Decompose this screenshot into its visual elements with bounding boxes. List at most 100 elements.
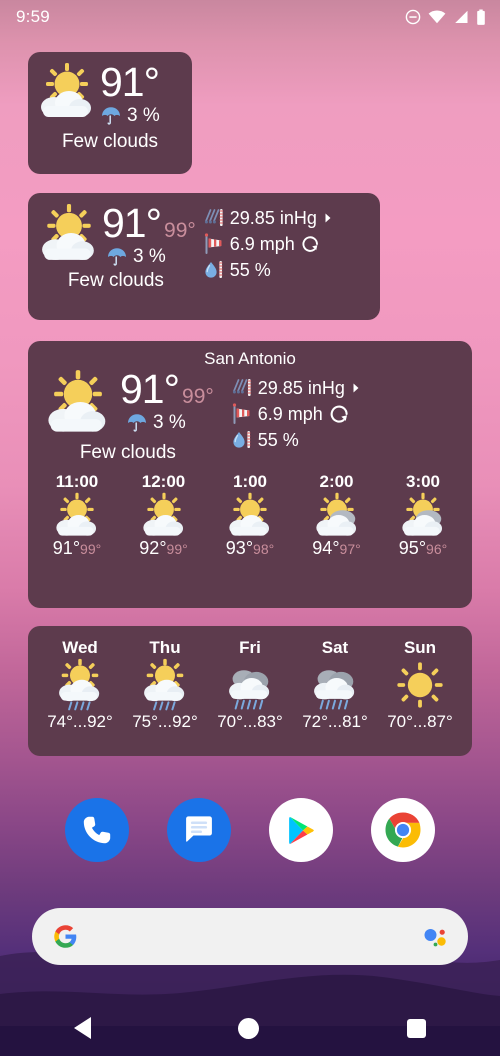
day-name: Thu [149, 638, 181, 657]
wind-row: 6.9 mph [232, 403, 361, 425]
wifi-icon [428, 10, 446, 24]
feels-like-temperature: 99° [182, 385, 214, 408]
daily-item[interactable]: Fri 70°...83° [208, 638, 292, 732]
hour-feels-like: 98° [253, 541, 275, 557]
current-temperature-row: 91° 99° [120, 369, 214, 410]
status-bar-icons [405, 9, 486, 26]
day-range: 70°...83° [217, 712, 283, 731]
hour-time: 1:00 [232, 472, 268, 491]
daily-item[interactable]: Sat 72°...81° [293, 638, 377, 732]
messages-app-icon[interactable] [167, 798, 231, 862]
humidity-droplet-icon [233, 431, 251, 448]
hourly-item[interactable]: 1:00 93° 98° [209, 472, 291, 559]
precipitation-row: 3 % [100, 105, 160, 127]
back-button[interactable] [73, 1017, 91, 1039]
daily-item[interactable]: Wed 74°...92° [38, 638, 122, 732]
hourly-item[interactable]: 3:00 95° 96° [382, 472, 464, 559]
hour-temp: 91° [52, 538, 81, 558]
current-temperature-row: 91° [100, 62, 160, 103]
partly-cloudy-icon [402, 492, 443, 536]
few-clouds-icon [42, 369, 114, 440]
windsock-icon [204, 233, 222, 254]
daily-item[interactable]: Thu 75°...92° [123, 638, 207, 732]
few-clouds-icon [229, 492, 270, 536]
pressure-value: 29.85 inHg [229, 207, 317, 228]
precipitation-probability: 3 % [127, 105, 160, 126]
hour-time: 3:00 [405, 472, 441, 491]
recents-button[interactable] [407, 1018, 427, 1038]
day-name: Sun [403, 638, 437, 657]
current-temperature-row: 91° 99° [102, 203, 196, 244]
wind-row: 6.9 mph [204, 233, 333, 255]
pressure-row[interactable]: 29.85 inHg [204, 207, 333, 229]
app-dock [0, 798, 500, 876]
day-range: 74°...92° [47, 712, 113, 731]
precipitation-probability: 3 % [153, 412, 186, 433]
feels-like-temperature: 99° [164, 219, 196, 242]
windsock-icon [232, 403, 250, 424]
weather-widget-small[interactable]: 91° 3 % Few clouds [28, 52, 192, 174]
google-assistant-icon[interactable] [422, 924, 448, 950]
partly-cloudy-icon [315, 492, 356, 536]
status-bar-clock: 9:59 [16, 7, 50, 26]
barometer-icon [232, 379, 251, 396]
hour-time: 12:00 [141, 472, 186, 491]
day-name: Sat [321, 638, 349, 657]
umbrella-icon [108, 248, 126, 266]
current-temperature: 91° [102, 200, 162, 246]
weather-details: 29.85 inHg 6.9 mph 55 % [196, 203, 333, 292]
weather-details: 29.85 inHg 6.9 mph 55 % [214, 369, 361, 464]
weather-widget-daily[interactable]: Wed 74°...92° Thu 75°...92° Fri 70°...83… [28, 626, 472, 756]
play-store-app-icon[interactable] [269, 798, 333, 862]
few-clouds-icon [56, 492, 97, 536]
phone-app-icon[interactable] [65, 798, 129, 862]
daily-forecast: Wed 74°...92° Thu 75°...92° Fri 70°...83… [28, 626, 472, 732]
daily-item[interactable]: Sun 70°...87° [378, 638, 462, 732]
few-clouds-icon [36, 62, 98, 125]
hour-time: 2:00 [319, 472, 354, 491]
humidity-row: 55 % [232, 429, 361, 451]
arrow-right-icon[interactable] [323, 212, 333, 224]
weather-widget-medium[interactable]: 91° 99° 3 % Few clouds 29.85 inHg 6.9 mp… [28, 193, 380, 320]
humidity-value: 55 % [229, 259, 271, 280]
current-temperature: 91° [100, 59, 160, 105]
location-name: San Antonio [204, 349, 296, 368]
dnd-icon [405, 9, 421, 25]
hour-feels-like: 99° [166, 541, 188, 557]
condition-text: Few clouds [79, 442, 176, 463]
hour-feels-like: 97° [339, 541, 361, 557]
weather-widget-large[interactable]: San Antonio 91° 99° 3 % Few clouds 29.85… [28, 341, 472, 608]
google-search-bar[interactable] [32, 908, 468, 965]
status-bar: 9:59 [0, 0, 500, 34]
humidity-value: 55 % [257, 429, 299, 450]
humidity-droplet-icon [205, 261, 223, 278]
wind-direction-icon [330, 405, 348, 423]
current-temperature: 91° [120, 366, 180, 412]
hour-feels-like: 99° [80, 541, 102, 557]
few-clouds-icon [142, 492, 183, 536]
chrome-app-icon[interactable] [371, 798, 435, 862]
hourly-forecast: 11:00 91° 99° 12:00 92° 99° 1:00 93° 98°… [28, 472, 472, 559]
precipitation-row: 3 % [126, 412, 214, 434]
hourly-item[interactable]: 11:00 91° 99° [36, 472, 118, 559]
sunny-icon [397, 662, 443, 708]
few-clouds-icon [36, 203, 102, 268]
sun-rain-icon [144, 658, 185, 711]
arrow-right-icon[interactable] [351, 382, 361, 394]
hourly-item[interactable]: 12:00 92° 99° [123, 472, 205, 559]
precipitation-probability: 3 % [133, 246, 166, 267]
battery-icon [477, 9, 485, 25]
pressure-row[interactable]: 29.85 inHg [232, 377, 361, 399]
pressure-value: 29.85 inHg [257, 377, 345, 398]
day-range: 72°...81° [302, 712, 368, 731]
hour-temp: 92° [139, 538, 167, 558]
umbrella-icon [102, 107, 120, 125]
hour-feels-like: 96° [426, 541, 448, 557]
home-button[interactable] [238, 1017, 260, 1039]
wind-value: 6.9 mph [257, 403, 323, 424]
day-name: Fri [239, 638, 261, 657]
hourly-item[interactable]: 2:00 94° 97° [296, 472, 378, 559]
hour-temp: 95° [398, 538, 427, 558]
rain-icon [229, 670, 270, 710]
hour-temp: 93° [225, 538, 254, 558]
